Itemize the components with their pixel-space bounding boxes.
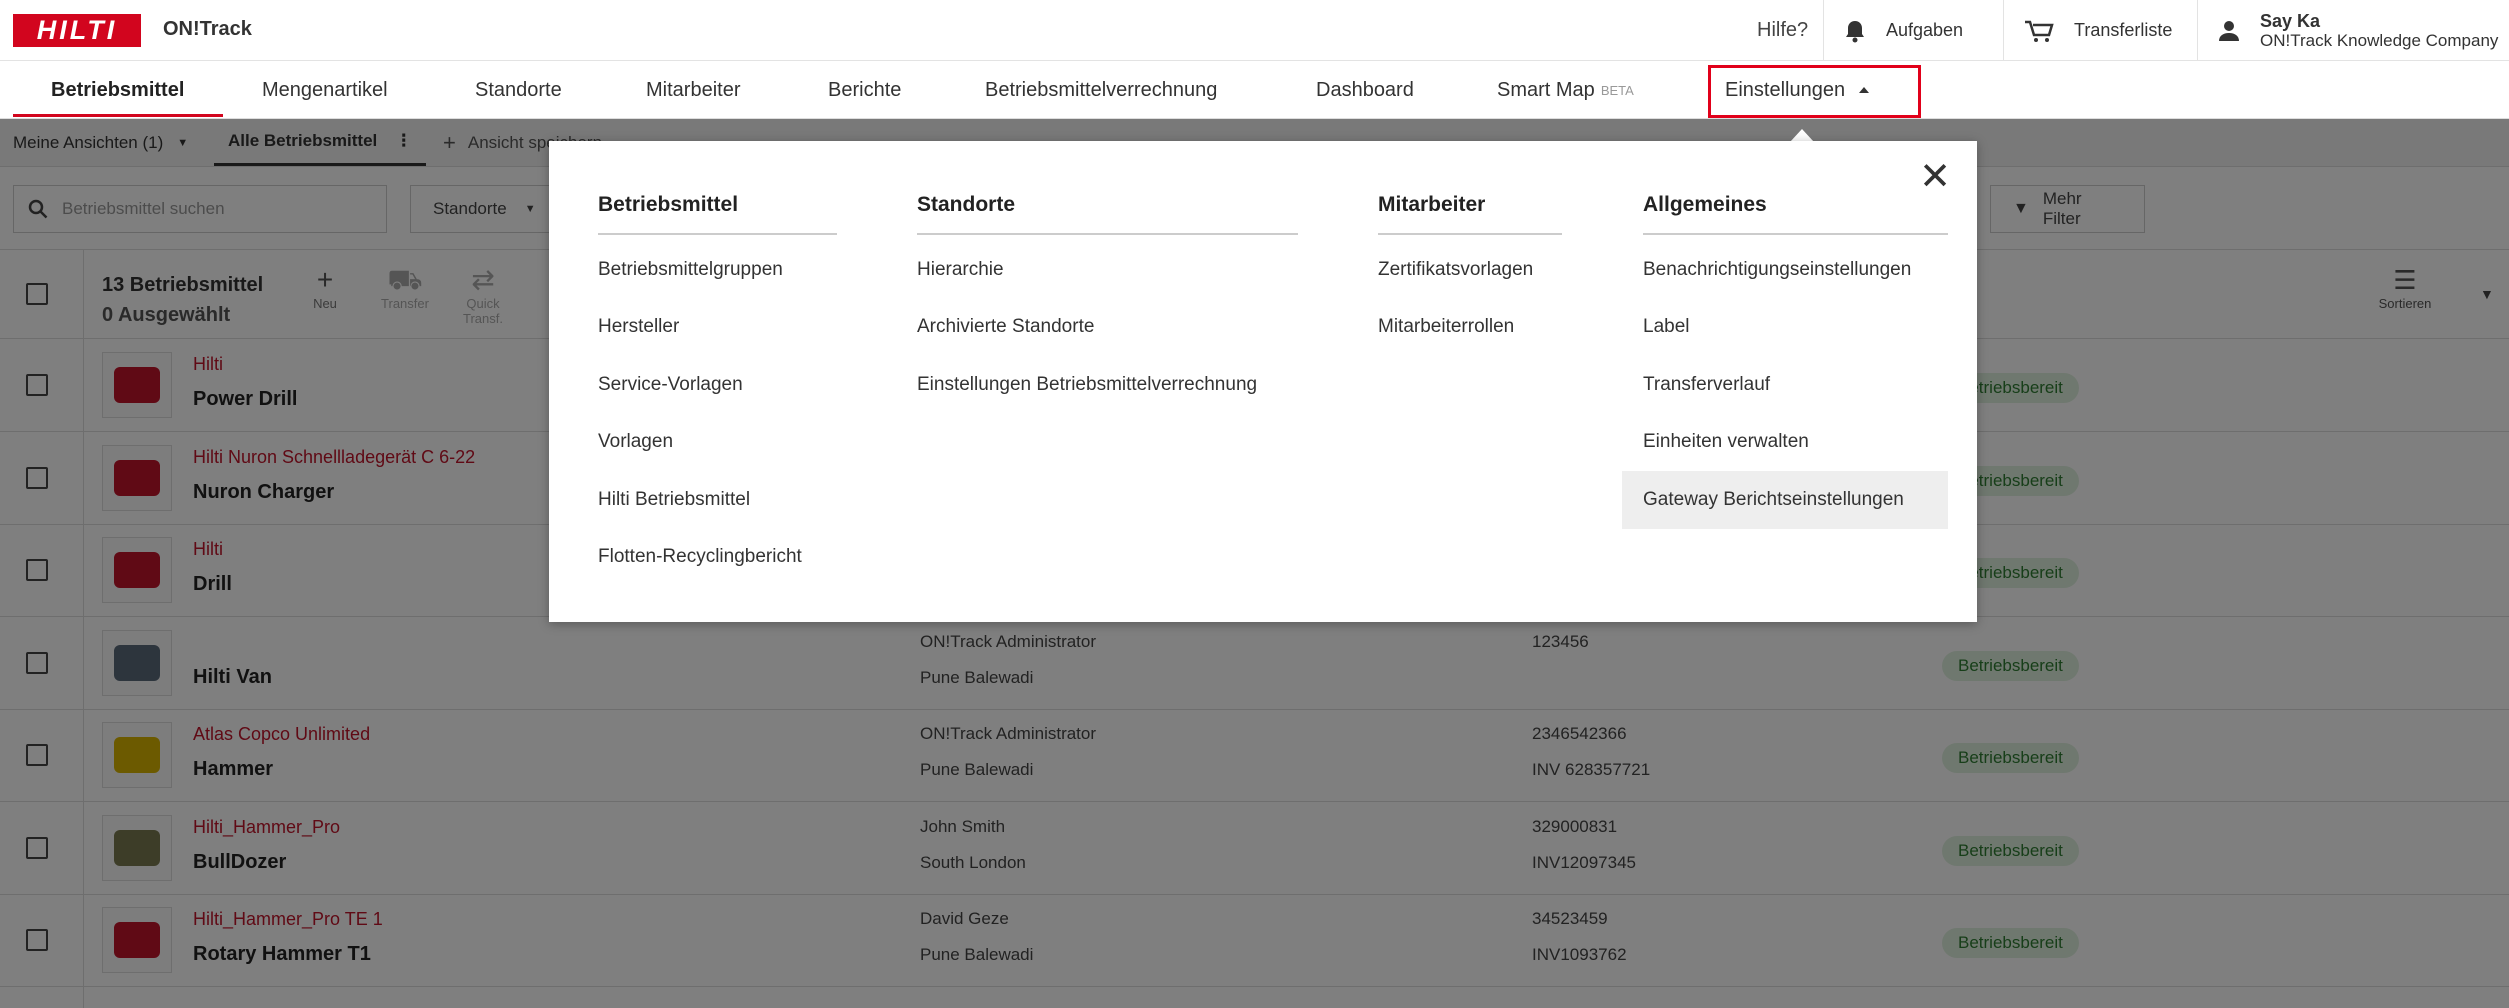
- user-name: Say Ka: [2260, 10, 2321, 31]
- tab-berichte[interactable]: Berichte: [828, 61, 901, 119]
- active-tab-indicator: [13, 114, 223, 117]
- menu-column-title: Mitarbeiter: [1378, 193, 1562, 235]
- tasks-label: Aufgaben: [1886, 20, 1964, 40]
- main-nav: Betriebsmittel Mengenartikel Standorte M…: [0, 61, 2509, 119]
- top-bar: HILTI ON!Track Hilfe? Aufgaben Transferl…: [0, 0, 2509, 61]
- tab-standorte[interactable]: Standorte: [475, 61, 562, 119]
- tasks-button[interactable]: Aufgaben: [1823, 0, 2003, 61]
- menu-item-mitarbeiterrollen[interactable]: Mitarbeiterrollen: [1378, 299, 1562, 357]
- beta-badge: BETA: [1600, 82, 1634, 98]
- cart-icon: [2025, 20, 2054, 42]
- settings-tab-highlight: [1708, 65, 1921, 118]
- user-company: ON!Track Knowledge Company: [2260, 30, 2499, 50]
- menu-column-title: Allgemeines: [1643, 193, 1948, 235]
- menu-item-transferverlauf[interactable]: Transferverlauf: [1643, 356, 1948, 414]
- help-link[interactable]: Hilfe?: [1740, 0, 1808, 61]
- menu-item-hierarchie[interactable]: Hierarchie: [917, 241, 1298, 299]
- menu-item-flotten-recyclingbericht[interactable]: Flotten-Recyclingbericht: [598, 529, 837, 587]
- menu-item-label[interactable]: Label: [1643, 299, 1948, 357]
- menu-item-benachrichtigungseinstellungen[interactable]: Benachrichtigungseinstellungen: [1643, 241, 1948, 299]
- close-icon[interactable]: ✕: [1918, 158, 1952, 196]
- tab-mengenartikel[interactable]: Mengenartikel: [262, 61, 388, 119]
- menu-column-title: Betriebsmittel: [598, 193, 837, 235]
- menu-item-hilti-betriebsmittel[interactable]: Hilti Betriebsmittel: [598, 471, 837, 529]
- app-name: ON!Track: [163, 18, 252, 40]
- transfer-list-label: Transferliste: [2074, 20, 2173, 40]
- menu-item-einstellungen-betriebsmittelverrechnung[interactable]: Einstellungen Betriebsmittelverrechnung: [917, 356, 1298, 414]
- tab-mitarbeiter[interactable]: Mitarbeiter: [646, 61, 740, 119]
- menu-column-mitarbeiter: Mitarbeiter Zertifikatsvorlagen Mitarbei…: [1378, 193, 1562, 356]
- menu-column-betriebsmittel: Betriebsmittel Betriebsmittelgruppen Her…: [598, 193, 837, 586]
- menu-item-hersteller[interactable]: Hersteller: [598, 299, 837, 357]
- tab-smart-map[interactable]: Smart Map BETA: [1497, 61, 1634, 119]
- tab-betriebsmittel[interactable]: Betriebsmittel: [51, 61, 184, 119]
- menu-item-gateway-berichtseinstellungen[interactable]: Gateway Berichtseinstellungen: [1622, 471, 1948, 529]
- menu-item-betriebsmittelgruppen[interactable]: Betriebsmittelgruppen: [598, 241, 837, 299]
- tab-dashboard[interactable]: Dashboard: [1316, 61, 1414, 119]
- user-menu[interactable]: Say Ka ON!Track Knowledge Company: [2197, 0, 2509, 61]
- transfer-list-button[interactable]: Transferliste: [2003, 0, 2197, 61]
- menu-column-standorte: Standorte Hierarchie Archivierte Standor…: [917, 193, 1298, 414]
- menu-item-zertifikatsvorlagen[interactable]: Zertifikatsvorlagen: [1378, 241, 1562, 299]
- menu-item-einheiten-verwalten[interactable]: Einheiten verwalten: [1643, 414, 1948, 472]
- bell-icon: [1846, 20, 1864, 42]
- menu-column-title: Standorte: [917, 193, 1298, 235]
- menu-item-service-vorlagen[interactable]: Service-Vorlagen: [598, 356, 837, 414]
- tab-betriebsmittelverrechnung[interactable]: Betriebsmittelverrechnung: [985, 61, 1217, 119]
- user-icon: [2219, 20, 2239, 41]
- menu-column-allgemeines: Allgemeines Benachrichtigungseinstellung…: [1622, 193, 1948, 529]
- menu-item-archivierte-standorte[interactable]: Archivierte Standorte: [917, 299, 1298, 357]
- hilti-logo[interactable]: HILTI: [13, 14, 141, 47]
- menu-item-vorlagen[interactable]: Vorlagen: [598, 414, 837, 472]
